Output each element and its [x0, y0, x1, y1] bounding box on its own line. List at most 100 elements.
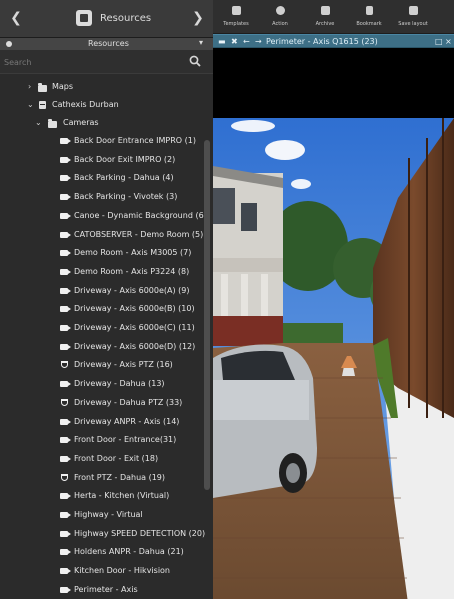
camera-icon: [60, 530, 71, 537]
chevron-down-icon[interactable]: ⌄: [35, 118, 42, 127]
camera-list-item[interactable]: Back Door Entrance IMPRO (1): [0, 132, 205, 150]
templates-button[interactable]: Templates: [214, 3, 258, 33]
archive-button[interactable]: Archive: [303, 3, 347, 33]
camera-list-item[interactable]: Canoe - Dynamic Background (6: [0, 207, 205, 225]
camera-list-item[interactable]: Demo Room - Axis M3005 (7): [0, 244, 205, 262]
camera-list-item[interactable]: Driveway - Axis 6000e(B) (10): [0, 300, 205, 318]
cube-icon: [76, 10, 92, 26]
camera-label: Demo Room - Axis M3005 (7): [74, 248, 192, 258]
tree-scrollbar[interactable]: [204, 140, 210, 490]
camera-list-item[interactable]: Holdens ANPR - Dahua (21): [0, 543, 205, 561]
camera-list-item[interactable]: Highway - Virtual: [0, 506, 205, 524]
camera-label: Holdens ANPR - Dahua (21): [74, 547, 184, 557]
camera-label: Highway - Virtual: [74, 510, 143, 519]
chevron-right-icon[interactable]: ›: [28, 82, 31, 91]
folder-icon: [48, 119, 57, 128]
video-tile-header: ▬ ✖ ← → Perimeter - Axis Q1615 (23) □ ×: [213, 34, 454, 48]
camera-icon: [60, 156, 71, 163]
target-icon: [275, 6, 285, 15]
camera-list-item[interactable]: Front Door - Exit (18): [0, 450, 205, 468]
camera-icon: [60, 325, 71, 331]
save-layout-button[interactable]: Save layout: [391, 3, 435, 33]
camera-list-item[interactable]: Back Parking - Vivotek (3): [0, 188, 205, 206]
camera-icon: [60, 306, 71, 313]
camera-list-item[interactable]: Perimeter - Axis: [0, 581, 205, 599]
search-input[interactable]: [4, 54, 184, 70]
video-viewport[interactable]: [213, 48, 454, 599]
toolbar-button-label: Archive: [315, 21, 335, 27]
camera-label: Front PTZ - Dahua (19): [74, 472, 166, 482]
tree-item-label: Cathexis Durban: [52, 100, 119, 109]
camera-list-item[interactable]: Driveway - Dahua PTZ (33): [0, 394, 205, 412]
video-tile-title: Perimeter - Axis Q1615 (23): [266, 37, 378, 46]
main-toolbar: Templates Action Archive Bookmark Save l…: [213, 0, 454, 34]
save-icon: [408, 6, 418, 15]
chevron-right-icon[interactable]: ❯: [190, 10, 206, 26]
camera-label: Driveway - Axis 6000e(A) (9): [74, 285, 190, 295]
camera-icon: [60, 231, 71, 238]
ptz-camera-icon: [61, 361, 68, 369]
archive-icon: [320, 6, 330, 15]
camera-label: Back Door Exit IMPRO (2): [74, 154, 176, 164]
folder-icon: [38, 83, 47, 92]
camera-list-item[interactable]: Demo Room - Axis P3224 (8): [0, 263, 205, 281]
camera-label: Driveway - Axis 6000e(D) (12): [74, 341, 196, 351]
back-arrow-icon[interactable]: ←: [243, 37, 250, 46]
camera-list-item[interactable]: Herta - Kitchen (Virtual): [0, 487, 205, 505]
camera-label: Herta - Kitchen (Virtual): [74, 491, 170, 501]
tree-item-site[interactable]: ⌄ Cathexis Durban: [0, 96, 205, 114]
pin-icon[interactable]: ✖: [231, 37, 238, 46]
close-icon[interactable]: ×: [445, 37, 452, 46]
toolbar-button-label: Templates: [223, 21, 249, 27]
camera-list-item[interactable]: Driveway ANPR - Axis (14): [0, 413, 205, 431]
camera-label: Demo Room - Axis P3224 (8): [74, 266, 190, 276]
camera-icon: [60, 381, 71, 388]
bookmark-button[interactable]: Bookmark: [347, 3, 391, 33]
tree-item-label: Cameras: [63, 118, 99, 127]
bookmark-icon: [365, 6, 373, 15]
camera-label: Back Parking - Dahua (4): [74, 173, 174, 183]
resources-nav: ❮ Resources ❯: [0, 0, 213, 38]
camera-icon: [60, 212, 71, 219]
camera-icon: [60, 437, 71, 444]
maximize-icon[interactable]: □: [435, 37, 443, 46]
tree-item-maps[interactable]: › Maps: [0, 78, 205, 96]
camera-list-item[interactable]: Driveway - Axis 6000e(A) (9): [0, 282, 205, 300]
camera-list-item[interactable]: Kitchen Door - Hikvision: [0, 562, 205, 580]
forward-arrow-icon[interactable]: →: [255, 37, 262, 46]
chevron-left-icon[interactable]: ❮: [8, 10, 24, 26]
camera-list-item[interactable]: Driveway - Dahua (13): [0, 375, 205, 393]
resources-subbar: Resources ▾: [0, 38, 213, 50]
camera-list-item[interactable]: Back Parking - Dahua (4): [0, 169, 205, 187]
camera-list-item[interactable]: Front PTZ - Dahua (19): [0, 469, 205, 487]
camera-label: Back Parking - Vivotek (3): [74, 192, 178, 202]
camera-list-item[interactable]: Highway SPEED DETECTION (20): [0, 525, 205, 543]
search-icon[interactable]: [189, 55, 201, 67]
camera-list-item[interactable]: Driveway - Axis 6000e(C) (11): [0, 319, 205, 337]
camera-list-item[interactable]: Driveway - Axis PTZ (16): [0, 356, 205, 374]
camera-list-item[interactable]: Back Door Exit IMPRO (2): [0, 151, 205, 169]
action-button[interactable]: Action: [258, 3, 302, 33]
toolbar-button-label: Bookmark: [356, 21, 382, 27]
camera-list-item[interactable]: Front Door - Entrance(31): [0, 431, 205, 449]
camera-icon: [60, 175, 71, 182]
camera-icon: [60, 194, 71, 201]
camera-label: Driveway - Axis 6000e(C) (11): [74, 323, 195, 332]
camera-label: CATOBSERVER - Demo Room (5): [74, 229, 204, 239]
search-bar: [0, 50, 213, 74]
ptz-camera-icon: [61, 398, 68, 406]
camera-list-item[interactable]: Driveway - Axis 6000e(D) (12): [0, 338, 205, 356]
camera-feed-image: [213, 118, 454, 599]
camera-label: Perimeter - Axis: [74, 584, 138, 594]
grid-icon: [231, 6, 241, 15]
camera-label: Front Door - Exit (18): [74, 453, 159, 463]
camera-label: Canoe - Dynamic Background (6: [74, 210, 204, 220]
chevron-down-icon[interactable]: ⌄: [27, 100, 34, 109]
camera-label: Driveway - Dahua PTZ (33): [74, 397, 183, 407]
camera-list-item[interactable]: CATOBSERVER - Demo Room (5): [0, 226, 205, 244]
subbar-title: Resources: [88, 39, 129, 48]
caret-down-icon[interactable]: ▾: [199, 38, 203, 47]
camera-label: Kitchen Door - Hikvision: [74, 566, 171, 576]
ptz-camera-icon: [61, 473, 68, 481]
tree-item-cameras-folder[interactable]: ⌄ Cameras: [0, 114, 205, 132]
